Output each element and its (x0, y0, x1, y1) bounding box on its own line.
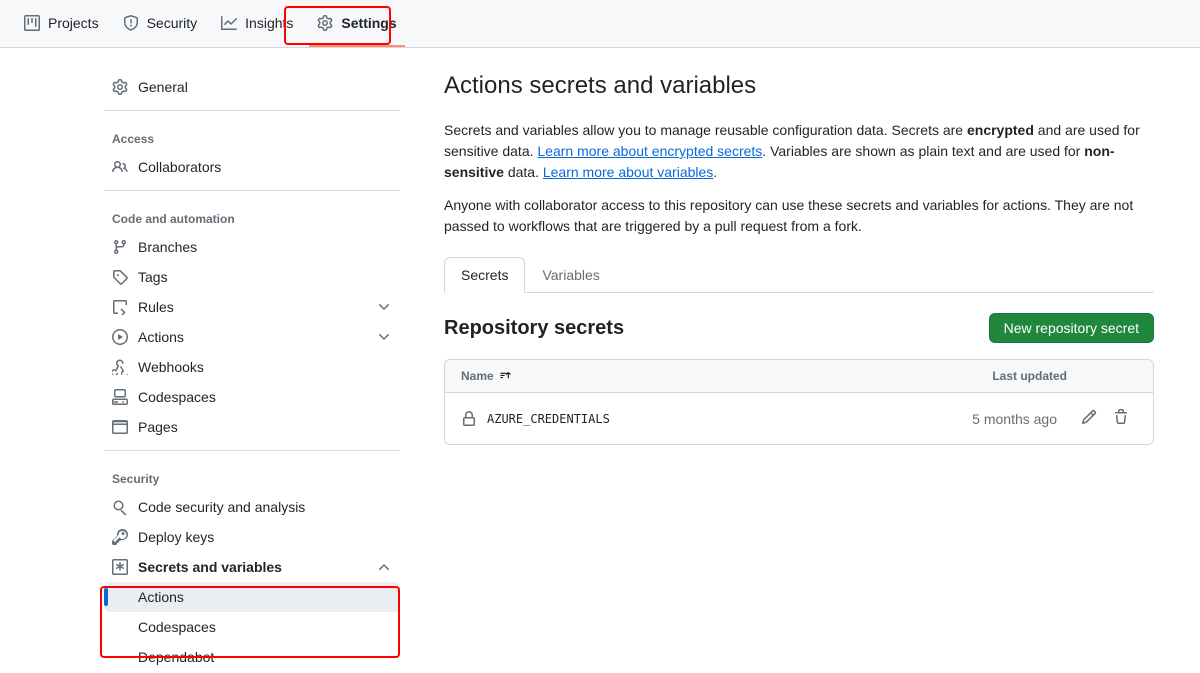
tab-projects[interactable]: Projects (16, 1, 107, 47)
trash-icon (1113, 409, 1129, 425)
codespaces-icon (112, 389, 128, 405)
sidebar-actions[interactable]: Actions (104, 322, 400, 352)
sidebar-sub-actions-label: Actions (138, 589, 184, 605)
webhook-icon (112, 359, 128, 375)
chevron-up-icon (376, 559, 392, 575)
tab-projects-label: Projects (48, 15, 99, 31)
sidebar-secrets-vars[interactable]: Secrets and variables (104, 552, 400, 582)
sidebar-collaborators[interactable]: Collaborators (104, 152, 400, 182)
tab-variables[interactable]: Variables (525, 257, 616, 293)
branch-icon (112, 239, 128, 255)
play-icon (112, 329, 128, 345)
sidebar-tags[interactable]: Tags (104, 262, 400, 292)
project-icon (24, 15, 40, 31)
sort-icon[interactable] (499, 370, 511, 382)
tab-settings[interactable]: Settings (309, 1, 404, 47)
secrets-tabs: Secrets Variables (444, 257, 1154, 293)
sidebar-deploy-keys-label: Deploy keys (138, 529, 214, 545)
sidebar-tags-label: Tags (138, 269, 168, 285)
browser-icon (112, 419, 128, 435)
tag-icon (112, 269, 128, 285)
lock-icon (461, 411, 477, 427)
sidebar-sub-codespaces-label: Codespaces (138, 619, 216, 635)
sidebar-rules-label: Rules (138, 299, 174, 315)
table-header: Name Last updated (445, 360, 1153, 393)
th-updated-label: Last updated (992, 369, 1067, 383)
divider (104, 110, 400, 111)
tab-insights-label: Insights (245, 15, 293, 31)
divider (104, 190, 400, 191)
section-security: Security (104, 459, 400, 492)
sidebar-webhooks-label: Webhooks (138, 359, 204, 375)
sidebar-secrets-vars-label: Secrets and variables (138, 559, 282, 575)
section-title: Repository secrets (444, 317, 624, 340)
chevron-down-icon (376, 329, 392, 345)
rules-icon (112, 299, 128, 315)
sidebar-sub-actions[interactable]: Actions (104, 582, 400, 612)
delete-secret-button[interactable] (1105, 405, 1137, 432)
new-repository-secret-button[interactable]: New repository secret (989, 313, 1154, 343)
divider (104, 450, 400, 451)
pencil-icon (1081, 409, 1097, 425)
sidebar-codespaces[interactable]: Codespaces (104, 382, 400, 412)
sidebar-general[interactable]: General (104, 72, 400, 102)
key-icon (112, 529, 128, 545)
section-code: Code and automation (104, 199, 400, 232)
sidebar-deploy-keys[interactable]: Deploy keys (104, 522, 400, 552)
secret-updated: 5 months ago (972, 411, 1057, 427)
sidebar-pages[interactable]: Pages (104, 412, 400, 442)
sidebar-webhooks[interactable]: Webhooks (104, 352, 400, 382)
sidebar-branches[interactable]: Branches (104, 232, 400, 262)
graph-icon (221, 15, 237, 31)
sidebar-codespaces-label: Codespaces (138, 389, 216, 405)
sidebar-pages-label: Pages (138, 419, 178, 435)
tab-security-label: Security (147, 15, 198, 31)
sidebar-sub-dependabot[interactable]: Dependabot (104, 642, 400, 672)
settings-sidebar: General Access Collaborators Code and au… (104, 72, 400, 672)
tab-security[interactable]: Security (115, 1, 206, 47)
repo-tabs: Projects Security Insights Settings (0, 0, 1200, 48)
page-title: Actions secrets and variables (444, 72, 1154, 100)
tab-secrets[interactable]: Secrets (444, 257, 525, 293)
tab-settings-label: Settings (341, 15, 396, 31)
sidebar-branches-label: Branches (138, 239, 197, 255)
gear-icon (112, 79, 128, 95)
secrets-table: Name Last updated AZURE_CREDENTIALS 5 mo… (444, 359, 1154, 445)
sidebar-sub-dependabot-label: Dependabot (138, 649, 214, 665)
sidebar-sub-codespaces[interactable]: Codespaces (104, 612, 400, 642)
sidebar-code-security-label: Code security and analysis (138, 499, 305, 515)
link-variables[interactable]: Learn more about variables (543, 164, 713, 180)
shield-icon (123, 15, 139, 31)
description-1: Secrets and variables allow you to manag… (444, 120, 1154, 183)
description-2: Anyone with collaborator access to this … (444, 195, 1154, 237)
chevron-down-icon (376, 299, 392, 315)
sidebar-actions-label: Actions (138, 329, 184, 345)
codescan-icon (112, 499, 128, 515)
main-content: Actions secrets and variables Secrets an… (424, 72, 1174, 672)
th-name-label: Name (461, 369, 494, 383)
sidebar-collaborators-label: Collaborators (138, 159, 221, 175)
asterisk-icon (112, 559, 128, 575)
section-access: Access (104, 119, 400, 152)
sidebar-general-label: General (138, 79, 188, 95)
secret-name: AZURE_CREDENTIALS (487, 412, 610, 426)
gear-icon (317, 15, 333, 31)
tab-insights[interactable]: Insights (213, 1, 301, 47)
link-encrypted-secrets[interactable]: Learn more about encrypted secrets (537, 143, 762, 159)
sidebar-rules[interactable]: Rules (104, 292, 400, 322)
table-row: AZURE_CREDENTIALS 5 months ago (445, 393, 1153, 444)
people-icon (112, 159, 128, 175)
sidebar-code-security[interactable]: Code security and analysis (104, 492, 400, 522)
edit-secret-button[interactable] (1073, 405, 1105, 432)
